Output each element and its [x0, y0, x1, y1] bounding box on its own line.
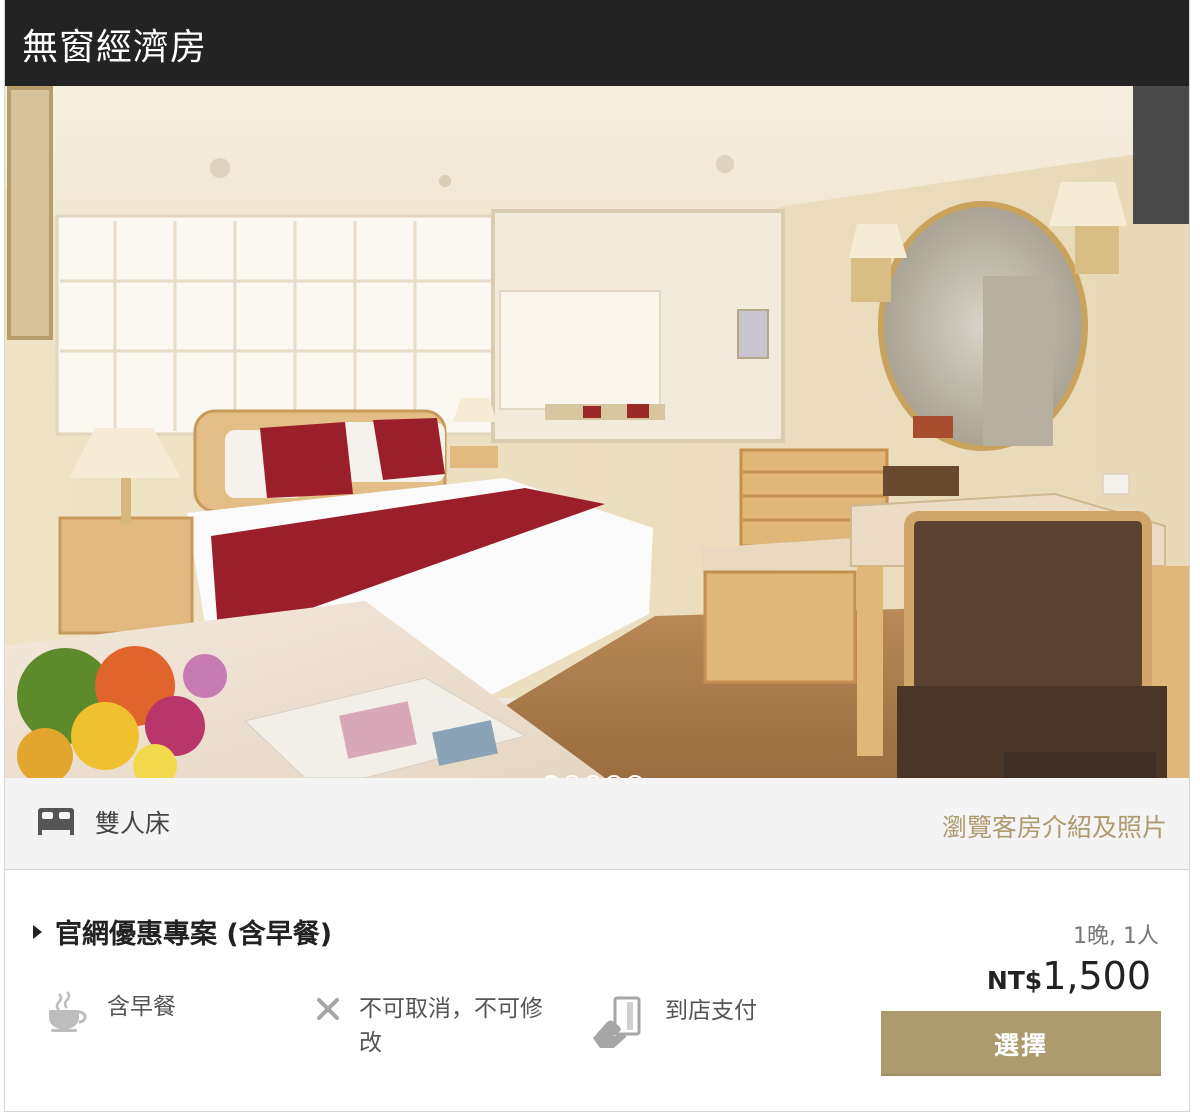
room-title-bar: 無窗經濟房	[5, 0, 1189, 86]
room-card: 無窗經濟房 雙人床 瀏覽客房介紹及照片 官網優惠專案 (含早餐) 含早餐 不可取…	[4, 0, 1190, 1112]
price-amount: 1,500	[1042, 954, 1151, 998]
feature-payment: 到店支付	[589, 994, 757, 1056]
feature-breakfast: 含早餐	[45, 990, 176, 1038]
next-slide-button[interactable]: ›	[1080, 752, 1156, 779]
stay-nights-guests: 1晚, 1人	[1073, 924, 1159, 949]
select-rate-button[interactable]: 選擇	[881, 1011, 1161, 1076]
room-title: 無窗經濟房	[22, 27, 208, 68]
rate-plan-title: 官網優惠專案 (含早餐)	[55, 919, 333, 950]
feature-breakfast-label: 含早餐	[107, 994, 176, 1020]
room-photo-carousel[interactable]: ‹ ›	[5, 86, 1189, 778]
bed-info-bar: 雙人床 瀏覽客房介紹及照片	[5, 778, 1189, 870]
cross-icon	[315, 992, 341, 1026]
feature-cancellation-label: 不可取消，不可修改	[359, 996, 543, 1056]
price-currency: NT$	[986, 966, 1043, 995]
rate-plan-toggle[interactable]: 官網優惠專案 (含早餐)	[33, 912, 332, 951]
feature-cancellation: 不可取消，不可修改	[315, 992, 565, 1060]
room-photo	[5, 86, 1189, 778]
caret-right-icon	[33, 924, 42, 939]
feature-payment-label: 到店支付	[665, 998, 757, 1024]
bed-icon	[37, 806, 75, 840]
hand-card-icon	[589, 994, 647, 1056]
rate-price: NT$ 1,500	[987, 954, 1151, 998]
prev-slide-button[interactable]: ‹	[1004, 752, 1080, 779]
bed-type-label: 雙人床	[95, 809, 171, 838]
browse-room-photos-link[interactable]: 瀏覽客房介紹及照片	[942, 808, 1167, 844]
coffee-cup-icon	[45, 990, 89, 1038]
carousel-nav: ‹ ›	[1004, 752, 1156, 778]
